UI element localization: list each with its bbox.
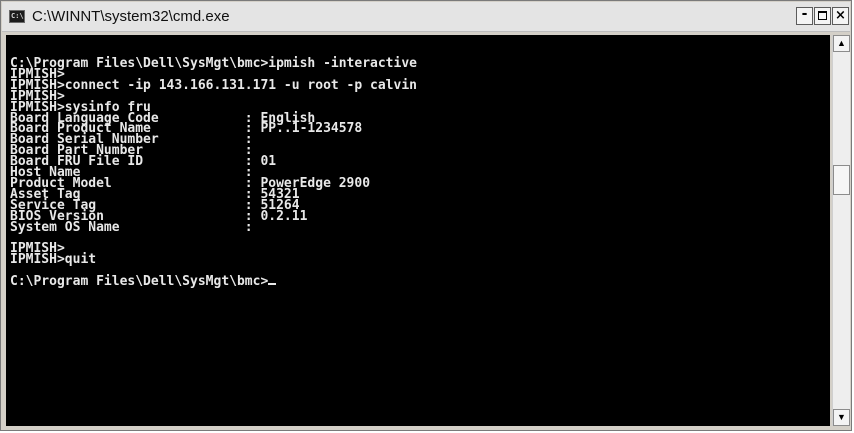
window-title: C:\WINNT\system32\cmd.exe <box>32 8 230 25</box>
cmd-console-icon[interactable]: C:\ <box>9 10 25 23</box>
up-arrow-icon: ▲ <box>837 38 846 48</box>
text-cursor <box>268 283 277 286</box>
scroll-up-button[interactable]: ▲ <box>833 35 850 52</box>
scrollbar-thumb[interactable] <box>833 165 850 195</box>
vertical-scrollbar[interactable]: ▲ ▼ <box>832 35 850 426</box>
maximize-button[interactable] <box>814 7 831 25</box>
console-lines: C:\Program Files\Dell\SysMgt\bmc>ipmish … <box>10 56 417 290</box>
console-text: C:\Program Files\Dell\SysMgt\bmc>ipmish … <box>10 56 417 290</box>
down-arrow-icon: ▼ <box>837 412 846 422</box>
console-output-area[interactable]: C:\Program Files\Dell\SysMgt\bmc>ipmish … <box>6 35 830 426</box>
minimize-button[interactable]: - <box>796 7 813 25</box>
maximize-icon <box>818 11 827 20</box>
close-button[interactable]: × <box>832 7 849 25</box>
title-bar[interactable]: C:\ C:\WINNT\system32\cmd.exe - × <box>2 2 850 32</box>
cmd-window: C:\ C:\WINNT\system32\cmd.exe - × C:\Pro… <box>0 0 852 431</box>
scroll-down-button[interactable]: ▼ <box>833 409 850 426</box>
